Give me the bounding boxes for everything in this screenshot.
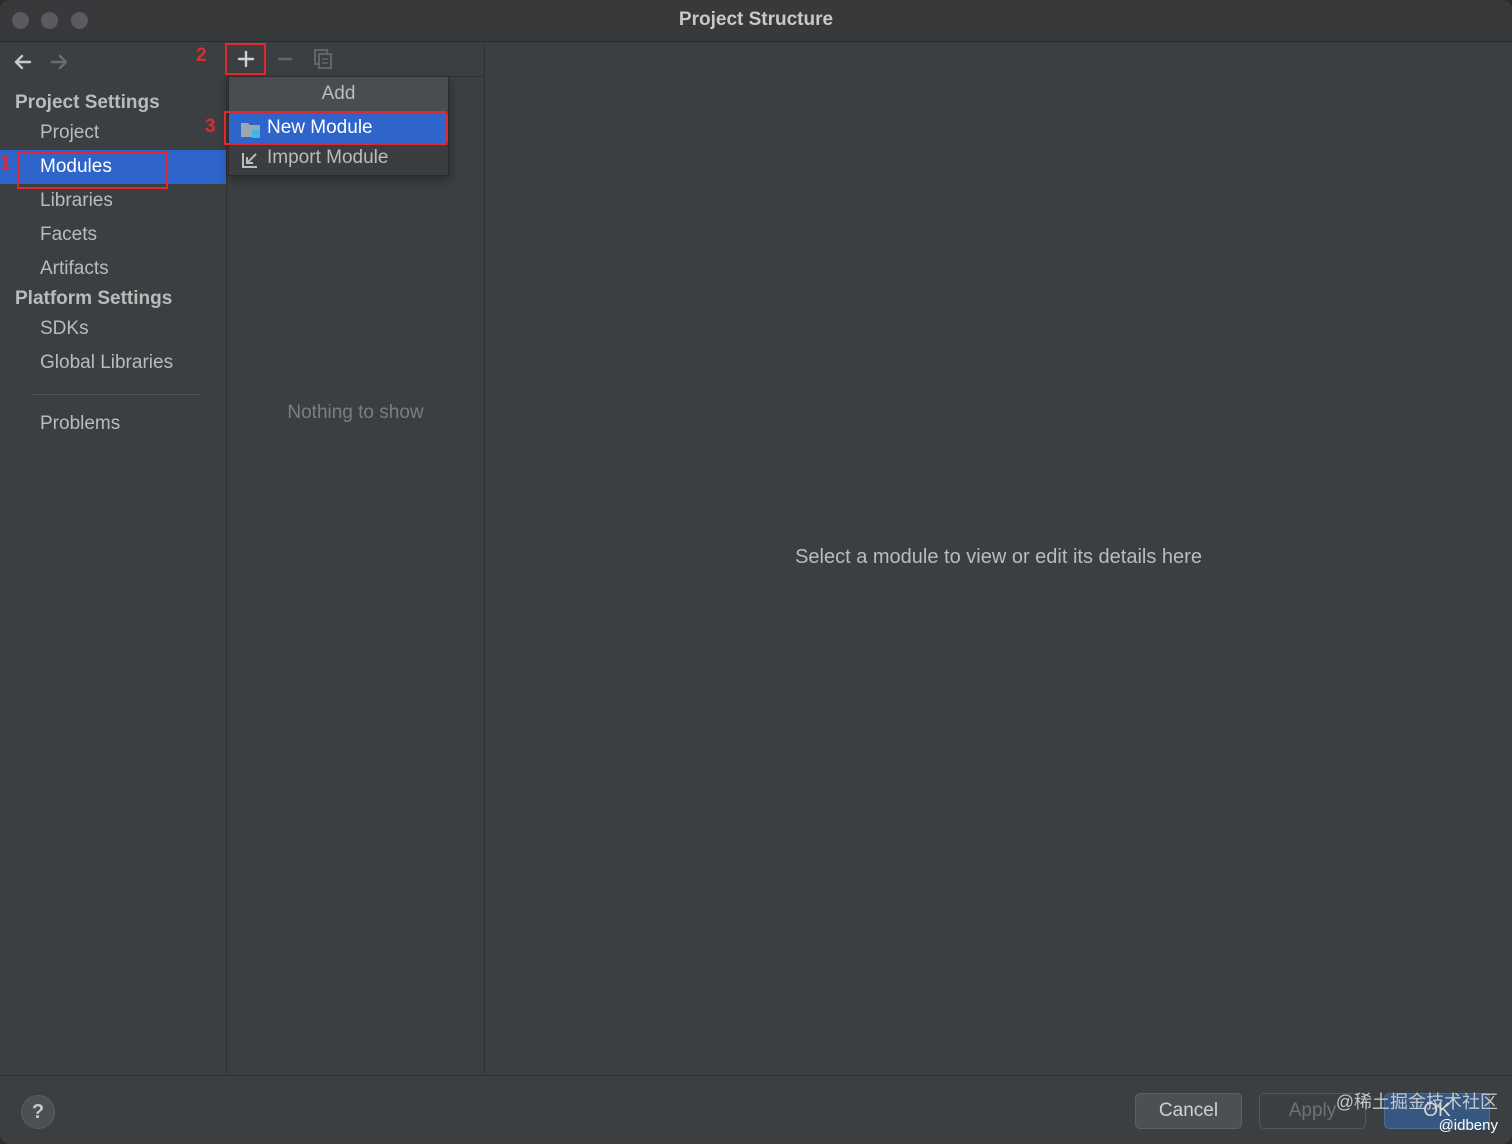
annotation-number-3: 3 — [205, 116, 216, 137]
annotation-number-1: 1 — [0, 153, 11, 174]
window-title: Project Structure — [678, 9, 834, 30]
back-arrow-icon[interactable] — [8, 50, 38, 74]
help-button[interactable]: ? — [21, 1095, 55, 1129]
remove-button[interactable] — [267, 44, 303, 74]
sidebar-item-sdks[interactable]: SDKs — [0, 312, 226, 346]
watermark: @稀土掘金技术社区 @idbeny — [1336, 1090, 1498, 1138]
annotation-box-modules — [17, 151, 168, 189]
project-settings-header: Project Settings — [15, 92, 160, 113]
title-bar: Project Structure — [0, 0, 1512, 42]
import-arrow-icon — [240, 149, 260, 168]
dialog-footer: ? Cancel Apply OK @稀土掘金技术社区 @idbeny — [0, 1075, 1512, 1144]
sidebar-item-project[interactable]: Project — [0, 116, 226, 150]
sidebar-item-artifacts[interactable]: Artifacts — [0, 252, 226, 286]
sidebar-item-facets[interactable]: Facets — [0, 218, 226, 252]
modules-list-panel: Nothing to show — [227, 42, 485, 1074]
popup-title: Add — [229, 77, 448, 111]
module-detail-panel: Select a module to view or edit its deta… — [485, 42, 1512, 1074]
detail-placeholder-text: Select a module to view or edit its deta… — [795, 546, 1202, 568]
forward-arrow-icon[interactable] — [46, 50, 76, 74]
menu-item-import-module[interactable]: Import Module — [229, 143, 448, 173]
annotation-box-new-module — [224, 111, 447, 145]
cancel-button[interactable]: Cancel — [1135, 1093, 1242, 1129]
sidebar-divider — [32, 394, 200, 395]
watermark-line-1: @稀土掘金技术社区 — [1335, 1092, 1498, 1112]
sidebar-item-global-libraries[interactable]: Global Libraries — [0, 346, 226, 380]
platform-settings-header: Platform Settings — [15, 288, 173, 309]
sidebar-item-libraries[interactable]: Libraries — [0, 184, 226, 218]
watermark-line-2: @idbeny — [1438, 1117, 1498, 1134]
copy-icon[interactable] — [305, 44, 341, 74]
settings-sidebar: Project Settings Project Modules Librari… — [0, 42, 227, 1074]
import-module-label: Import Module — [267, 147, 389, 168]
empty-list-text: Nothing to show — [287, 402, 424, 423]
annotation-number-2: 2 — [196, 45, 207, 66]
sidebar-item-problems[interactable]: Problems — [0, 407, 226, 441]
annotation-box-add — [225, 43, 266, 75]
project-structure-window: Project Structure Project Settings Proje… — [0, 0, 1512, 1144]
